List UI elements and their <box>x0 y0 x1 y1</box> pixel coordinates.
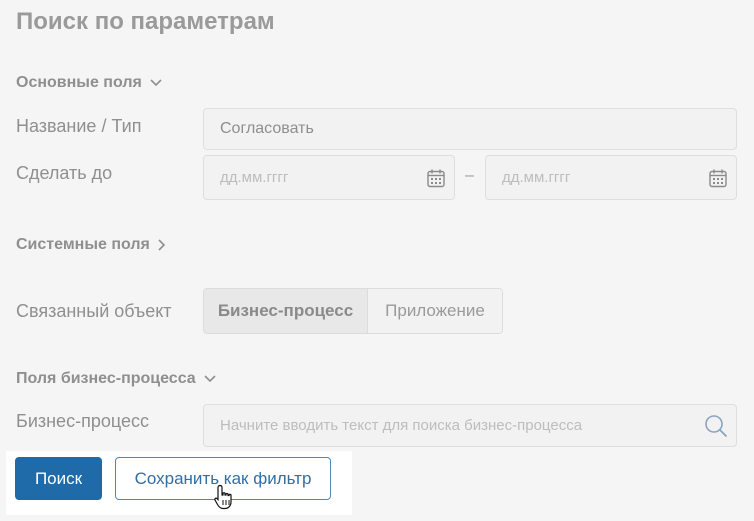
section-bp-label: Поля бизнес-процесса <box>16 370 196 387</box>
due-from-input[interactable]: дд.мм.гггг <box>203 155 455 200</box>
bp-search-placeholder: Начните вводить текст для поиска бизнес-… <box>220 417 583 434</box>
chevron-down-icon <box>150 79 162 87</box>
linked-object-segmented: Бизнес-процесс Приложение <box>203 288 503 334</box>
hand-cursor-icon <box>214 484 232 510</box>
linked-object-label: Связанный объект <box>16 301 172 321</box>
section-main-toggle[interactable]: Основные поля <box>16 74 162 92</box>
chevron-right-icon <box>158 239 165 251</box>
date-range-separator: – <box>465 167 474 184</box>
section-system-toggle[interactable]: Системные поля <box>16 236 166 254</box>
bp-search-input[interactable]: Начните вводить текст для поиска бизнес-… <box>203 404 737 447</box>
calendar-icon[interactable] <box>427 168 445 187</box>
due-label: Сделать до <box>16 163 113 183</box>
due-to-input[interactable]: дд.мм.гггг <box>485 155 737 200</box>
due-from-placeholder: дд.мм.гггг <box>220 169 289 186</box>
name-type-input[interactable]: Согласовать <box>203 108 737 150</box>
bp-label: Бизнес-процесс <box>16 411 149 431</box>
segment-application[interactable]: Приложение <box>368 289 502 333</box>
page-title: Поиск по параметрам <box>16 8 275 35</box>
due-to-placeholder: дд.мм.гггг <box>502 169 571 186</box>
name-type-value: Согласовать <box>220 120 314 137</box>
segment-business-process[interactable]: Бизнес-процесс <box>204 289 368 333</box>
calendar-icon[interactable] <box>709 168 727 187</box>
section-bp-toggle[interactable]: Поля бизнес-процесса <box>16 370 216 388</box>
search-button[interactable]: Поиск <box>15 457 102 500</box>
section-system-label: Системные поля <box>16 236 150 253</box>
chevron-down-icon <box>204 375 216 383</box>
name-type-label: Название / Тип <box>16 116 142 136</box>
search-icon[interactable] <box>704 414 728 438</box>
section-main-label: Основные поля <box>16 74 142 91</box>
